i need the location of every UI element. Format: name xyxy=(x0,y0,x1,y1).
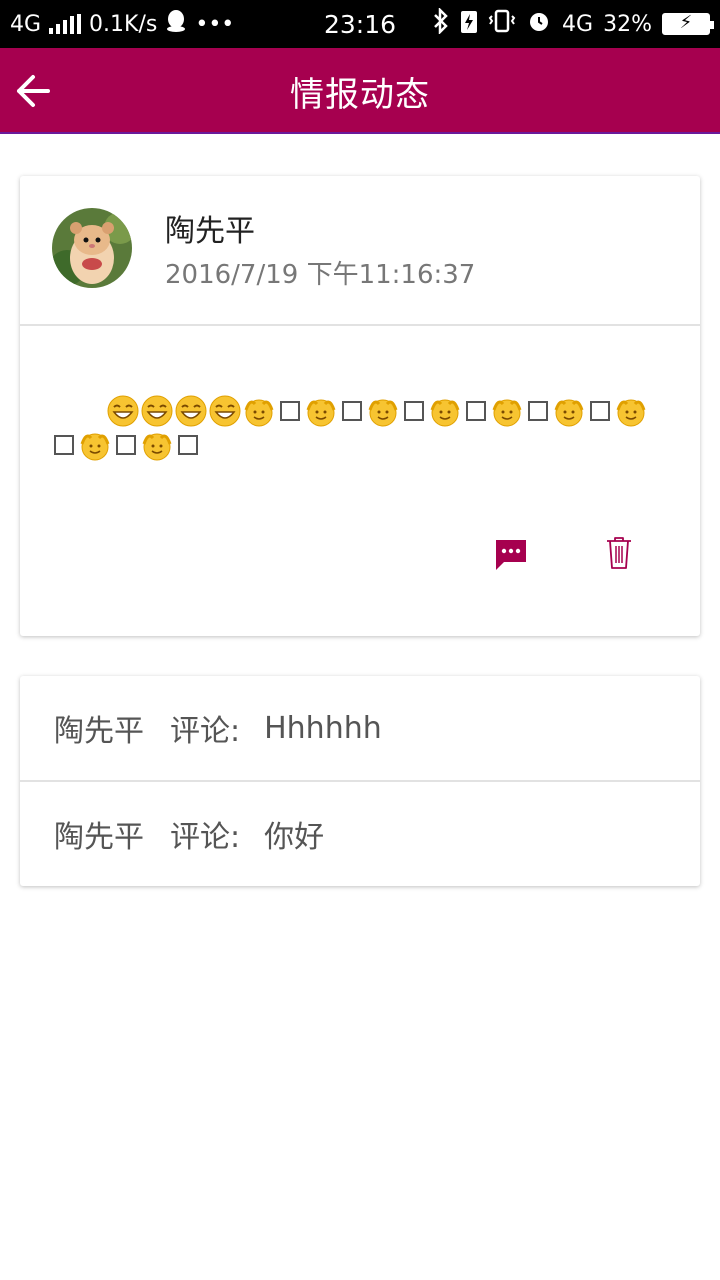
status-time: 23:16 xyxy=(323,9,397,39)
app-bar: 情报动态 xyxy=(0,48,720,134)
smile-emoji-icon xyxy=(306,399,336,427)
comment-row[interactable]: 陶先平 评论: 你好 xyxy=(20,780,700,886)
trash-icon xyxy=(607,537,631,569)
missing-glyph-box xyxy=(116,435,136,455)
smile-emoji-icon xyxy=(616,399,646,427)
missing-glyph-box xyxy=(342,401,362,421)
battery-icon: ⚡ xyxy=(662,12,714,35)
smile-emoji-icon xyxy=(430,399,460,427)
missing-glyph-box xyxy=(528,401,548,421)
comment-button[interactable] xyxy=(492,536,530,574)
comment-text: 你好 xyxy=(264,820,325,855)
missing-glyph-box xyxy=(466,401,486,421)
comments-card: 陶先平 评论: Hhhhhh 陶先平 评论: 你好 xyxy=(20,676,700,886)
network-type-right: 4G xyxy=(562,11,594,37)
avatar[interactable] xyxy=(52,208,132,288)
post-content-line-1 xyxy=(54,394,674,428)
bluetooth-icon xyxy=(432,6,450,40)
vibrate-icon xyxy=(488,8,516,40)
missing-glyph-box xyxy=(54,435,74,455)
post-time: 2016/7/19 下午11:16:37 xyxy=(165,260,476,290)
comment-text: Hhhhhh xyxy=(264,710,382,746)
smile-emoji-icon xyxy=(368,399,398,427)
smile-emoji-icon xyxy=(80,433,110,461)
smile-emoji-icon xyxy=(492,399,522,427)
post-content-line-2 xyxy=(54,428,674,462)
author-name: 陶先平 xyxy=(165,214,255,249)
missing-glyph-box xyxy=(590,401,610,421)
flash-charge-icon xyxy=(460,8,478,40)
smile-emoji-icon xyxy=(244,399,274,427)
battery-percent: 32% xyxy=(603,11,652,37)
comment-label: 评论: xyxy=(170,820,241,855)
laughing-emoji-icon xyxy=(175,395,207,427)
missing-glyph-box xyxy=(178,435,198,455)
status-right: 4G 32% ⚡ xyxy=(432,0,714,48)
alarm-icon xyxy=(526,8,552,40)
laughing-emoji-icon xyxy=(107,395,139,427)
post-card: 陶先平 2016/7/19 下午11:16:37 xyxy=(20,176,700,636)
page-title: 情报动态 xyxy=(290,74,430,115)
smile-emoji-icon xyxy=(142,433,172,461)
comment-author: 陶先平 xyxy=(54,820,144,855)
comment-row[interactable]: 陶先平 评论: Hhhhhh xyxy=(20,676,700,780)
comment-icon xyxy=(496,540,526,570)
laughing-emoji-icon xyxy=(141,395,173,427)
delete-button[interactable] xyxy=(604,534,634,572)
missing-glyph-box xyxy=(404,401,424,421)
missing-glyph-box xyxy=(280,401,300,421)
laughing-emoji-icon xyxy=(209,395,241,427)
smile-emoji-icon xyxy=(554,399,584,427)
post-content xyxy=(54,394,674,462)
post-header: 陶先平 2016/7/19 下午11:16:37 xyxy=(20,176,700,326)
comment-author: 陶先平 xyxy=(54,714,144,749)
comment-label: 评论: xyxy=(170,714,241,749)
status-bar: 4G 0.1K/s ••• 23:16 4G 32% ⚡ xyxy=(0,0,720,48)
